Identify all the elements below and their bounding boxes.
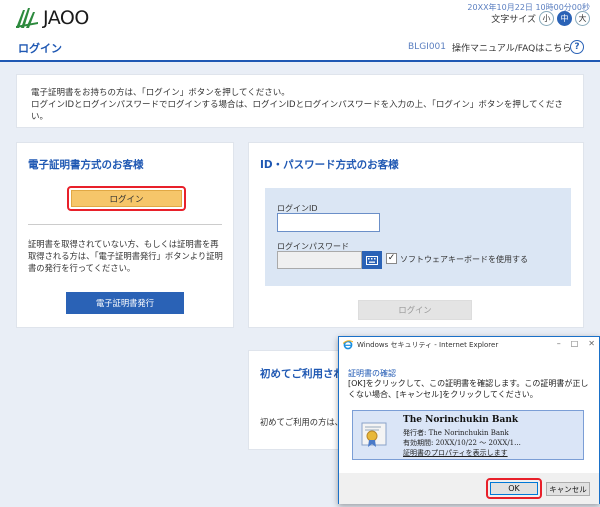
dialog-text: [OK]をクリックして、この証明書を確認します。この証明書が正しくない場合、[キ… xyxy=(348,379,589,399)
font-size-small-button[interactable]: 小 xyxy=(539,11,554,26)
login-id-input[interactable] xyxy=(277,213,380,232)
first-time-card-title: 初めてご利用され xyxy=(260,368,344,380)
certificate-selection[interactable]: The Norinchukin Bank 発行者: The Norinchuki… xyxy=(352,410,584,460)
password-input[interactable] xyxy=(277,251,362,269)
ok-highlight: OK xyxy=(486,478,542,499)
dialog-title: Windows セキュリティ - Internet Explorer xyxy=(357,341,499,349)
keyboard-icon[interactable] xyxy=(362,251,382,269)
certificate-name: The Norinchukin Bank xyxy=(403,415,519,425)
ok-button[interactable]: OK xyxy=(490,482,538,495)
info-line-1: 電子証明書をお持ちの方は、「ログイン」ボタンを押してください。 xyxy=(31,88,290,98)
certificate-card-title: 電子証明書方式のお客様 xyxy=(28,159,144,171)
first-time-description: 初めてご利用の方は、 xyxy=(260,417,343,427)
keyboard-glyph-icon xyxy=(366,255,378,265)
software-keyboard-label: ソフトウェアキーボードを使用する xyxy=(400,255,528,264)
certificate-login-button[interactable]: ログイン xyxy=(71,190,182,207)
font-size-medium-button[interactable]: 中 xyxy=(557,11,572,26)
help-icon[interactable]: ? xyxy=(570,40,584,54)
font-size-large-button[interactable]: 大 xyxy=(575,11,590,26)
screen-id: BLGI001 xyxy=(408,42,446,52)
minimize-icon[interactable]: – xyxy=(557,339,561,348)
issue-certificate-button[interactable]: 電子証明書発行 xyxy=(66,292,184,314)
window-controls: – □ ✕ xyxy=(557,339,595,348)
font-size-label: 文字サイズ xyxy=(491,15,536,25)
id-card-title: ID・パスワード方式のお客様 xyxy=(260,159,399,171)
maximize-icon[interactable]: □ xyxy=(571,339,579,348)
font-size-switcher: 文字サイズ 小 中 大 xyxy=(491,11,590,26)
logo-text: JAOO xyxy=(43,7,89,29)
info-box: 電子証明書をお持ちの方は、「ログイン」ボタンを押してください。 ログインIDとロ… xyxy=(16,74,584,128)
id-login-button[interactable]: ログイン xyxy=(358,300,472,320)
software-keyboard-checkbox[interactable]: ✓ xyxy=(386,253,397,264)
cancel-button[interactable]: キャンセル xyxy=(546,482,590,496)
page-title: ログイン xyxy=(18,42,62,55)
ie-logo-icon xyxy=(343,340,353,350)
info-line-2: ログインIDとログインパスワードでログインする場合は、ログインIDとログインパス… xyxy=(31,100,563,122)
certificate-login-highlight: ログイン xyxy=(67,186,186,211)
certificate-validity: 有効期間: 20XX/10/22 ～ 20XX/1... xyxy=(403,439,521,447)
ja-logo-icon xyxy=(16,8,38,28)
certificate-issuer: 発行者: The Norinchukin Bank xyxy=(403,429,509,437)
manual-faq-link[interactable]: 操作マニュアル/FAQはこちら xyxy=(452,41,571,54)
divider xyxy=(28,224,222,225)
certificate-icon xyxy=(361,422,387,447)
close-icon[interactable]: ✕ xyxy=(588,339,595,348)
logo: JAOO xyxy=(14,6,89,30)
certificate-properties-link[interactable]: 証明書のプロパティを表示します xyxy=(403,448,508,458)
certificate-description: 証明書を取得されていない方、もしくは証明書を再取得される方は、「電子証明書発行」… xyxy=(28,239,223,273)
